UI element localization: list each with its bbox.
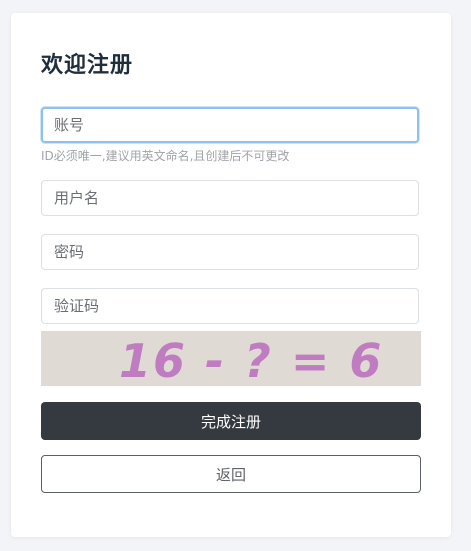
back-button[interactable]: 返回 bbox=[41, 455, 421, 493]
account-hint: ID必须唯一,建议用英文命名,且创建后不可更改 bbox=[41, 149, 290, 163]
register-card: 欢迎注册 ID必须唯一,建议用英文命名,且创建后不可更改 16 - ? = 6 … bbox=[11, 13, 451, 537]
captcha-input[interactable] bbox=[41, 288, 419, 324]
password-input[interactable] bbox=[41, 234, 419, 270]
username-input[interactable] bbox=[41, 180, 419, 216]
captcha-image[interactable]: 16 - ? = 6 bbox=[41, 331, 421, 386]
page-title: 欢迎注册 bbox=[41, 53, 134, 78]
captcha-text: 16 - ? = 6 bbox=[119, 334, 384, 386]
account-input[interactable] bbox=[41, 107, 419, 143]
submit-register-button[interactable]: 完成注册 bbox=[41, 402, 421, 440]
